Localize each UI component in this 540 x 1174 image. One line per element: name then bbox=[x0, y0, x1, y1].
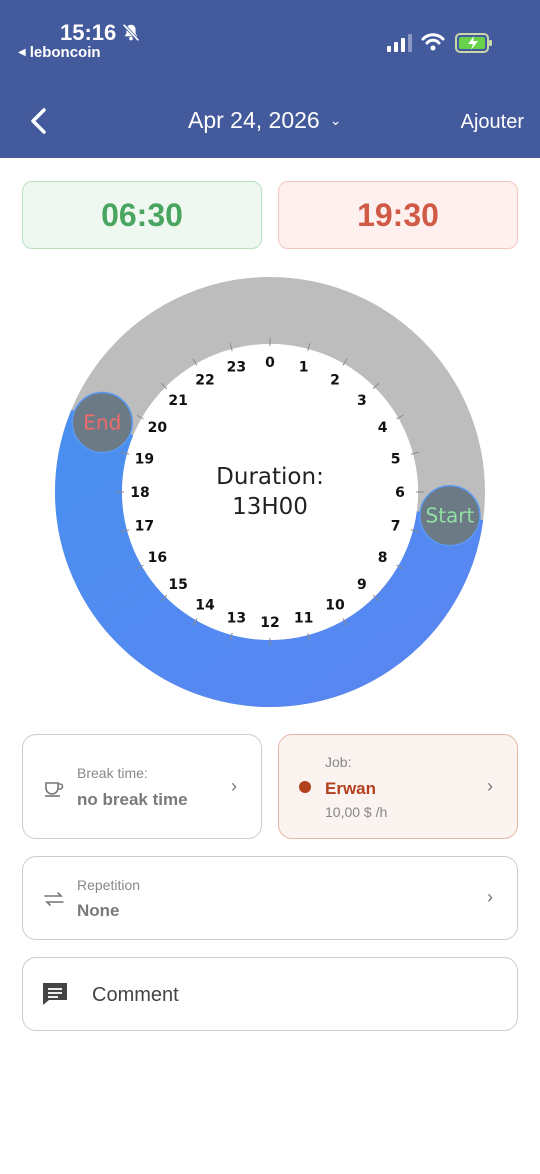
job-rate: 10,00 $ /h bbox=[325, 804, 388, 820]
start-handle-label: Start bbox=[426, 504, 475, 528]
date-selector[interactable]: Apr 24, 2026 ⌄ bbox=[188, 107, 341, 134]
dial-hour-label: 0 bbox=[265, 355, 275, 371]
repetition-card[interactable]: Repetition None › bbox=[22, 856, 518, 940]
break-time-value: no break time bbox=[77, 790, 188, 809]
dial-hour-label: 23 bbox=[227, 359, 246, 375]
job-label: Job: bbox=[325, 754, 352, 770]
dial-hour-label: 10 bbox=[325, 598, 345, 614]
break-time-label: Break time: bbox=[77, 765, 148, 781]
start-time-box[interactable]: 06:30 bbox=[22, 181, 262, 249]
chevron-down-icon: ⌄ bbox=[329, 112, 342, 128]
chevron-right-icon: › bbox=[487, 776, 493, 796]
dial-hour-label: 2 bbox=[330, 372, 340, 388]
dial-hour-label: 3 bbox=[357, 393, 367, 409]
dial-hour-label: 22 bbox=[195, 372, 214, 388]
dial-hour-label: 20 bbox=[148, 420, 168, 436]
comment-card[interactable]: Comment bbox=[22, 957, 518, 1031]
dial-hour-label: 8 bbox=[378, 550, 388, 566]
dial-hour-label: 11 bbox=[294, 611, 313, 627]
comment-label: Comment bbox=[92, 984, 179, 1006]
dial-hour-label: 19 bbox=[135, 451, 154, 467]
dial-hour-label: 6 bbox=[395, 485, 405, 501]
dial-hour-label: 9 bbox=[357, 577, 367, 593]
dial-hour-label: 21 bbox=[168, 393, 187, 409]
status-time: 15:16 bbox=[60, 20, 117, 45]
time-dial[interactable]: 0 1234567891011121314151617181920212223 D… bbox=[50, 272, 490, 712]
dial-hour-label: 16 bbox=[148, 550, 167, 566]
dial-hour-label: 1 bbox=[299, 359, 309, 375]
back-triangle-icon: ◀ bbox=[18, 47, 26, 58]
dial-hour-label: 17 bbox=[135, 519, 154, 535]
repeat-icon bbox=[44, 892, 64, 906]
duration-label: Duration: bbox=[216, 464, 324, 490]
cup-icon bbox=[45, 782, 64, 797]
dial-hour-label: 4 bbox=[378, 420, 388, 436]
dial-hour-label: 13 bbox=[227, 611, 246, 627]
header: 15:16 ◀ leboncoin Apr 24, 2026 ⌄ Ajouter bbox=[0, 0, 540, 158]
comment-icon bbox=[43, 983, 67, 1005]
break-time-card[interactable]: Break time: no break time › bbox=[22, 734, 262, 839]
add-button[interactable]: Ajouter bbox=[461, 111, 524, 134]
wifi-icon bbox=[421, 33, 445, 51]
job-color-dot bbox=[299, 781, 311, 793]
dial-hour-label: 7 bbox=[391, 519, 401, 535]
end-time-box[interactable]: 19:30 bbox=[278, 181, 518, 249]
date-label: Apr 24, 2026 bbox=[188, 107, 320, 133]
bell-muted-icon bbox=[122, 23, 140, 42]
chevron-right-icon: › bbox=[231, 776, 237, 796]
end-handle-label: End bbox=[83, 411, 121, 435]
repetition-value: None bbox=[77, 901, 120, 920]
job-card[interactable]: Job: Erwan 10,00 $ /h › bbox=[278, 734, 518, 839]
dial-hour-label: 12 bbox=[260, 615, 279, 631]
dial-hour-label: 14 bbox=[195, 598, 215, 614]
chevron-right-icon: › bbox=[487, 887, 493, 907]
dial-hour-label: 5 bbox=[391, 451, 401, 467]
back-to-app-link[interactable]: ◀ leboncoin bbox=[18, 44, 101, 61]
dial-hour-label: 18 bbox=[130, 485, 149, 501]
signal-icon bbox=[387, 34, 412, 52]
battery-icon bbox=[455, 33, 492, 53]
dial-hour-label: 15 bbox=[168, 577, 187, 593]
job-name: Erwan bbox=[325, 779, 377, 798]
duration-value: 13H00 bbox=[232, 494, 308, 520]
back-chevron-icon[interactable] bbox=[24, 106, 54, 136]
repetition-label: Repetition bbox=[77, 877, 141, 893]
back-app-label: leboncoin bbox=[29, 44, 101, 61]
